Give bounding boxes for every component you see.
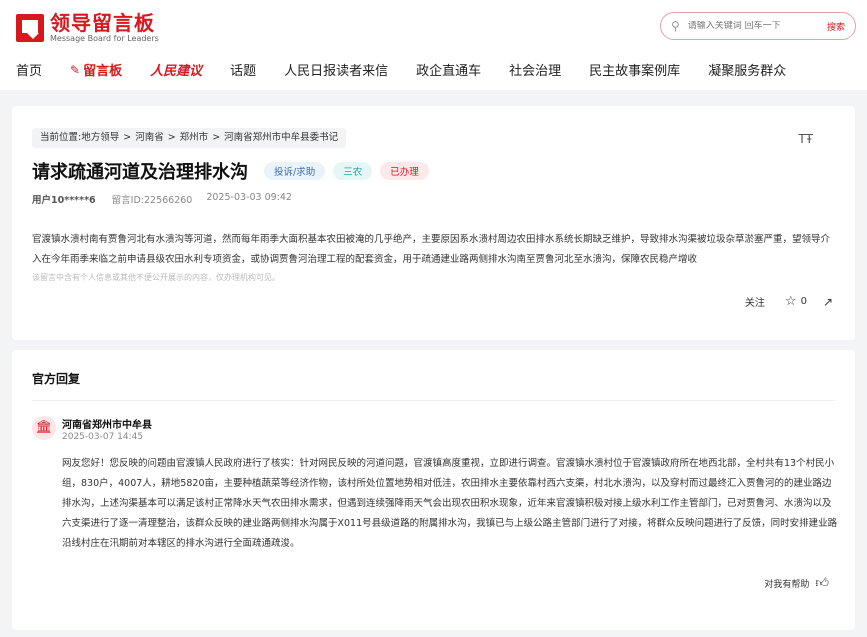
search-input[interactable] (687, 21, 827, 31)
nav-item-message-board[interactable]: ✎ 留言板 (70, 60, 122, 80)
brand-subtitle: Message Board for Leaders (50, 34, 159, 43)
title-row: 请求疏通河道及治理排水沟 投诉/求助 三农 已办理 (32, 158, 437, 184)
government-building-icon: 🏛 (32, 416, 56, 440)
like-count: 0 (800, 296, 807, 307)
message-meta: 用户10*****6 留言ID:22566260 2025-03-03 09:4… (32, 192, 292, 206)
reply-card: 官方回复 🏛 河南省郑州市中牟县 2025-03-07 14:45 网友您好！您… (12, 350, 855, 630)
logo-mark-icon (16, 14, 44, 42)
main-nav: 首页 ✎ 留言板 人民建议 话题 人民日报读者来信 政企直通车 社会治理 民主故… (16, 60, 814, 80)
reply-org: 河南省郑州市中牟县 (62, 420, 152, 431)
site-logo[interactable]: 领导留言板 Message Board for Leaders (16, 12, 159, 44)
breadcrumb-item[interactable]: 郑州市 (180, 128, 209, 148)
breadcrumb-prefix: 当前位置: (40, 132, 82, 143)
nav-item-democracy-stories[interactable]: 民主故事案例库 (589, 60, 680, 79)
follow-button[interactable]: 关注 (745, 294, 765, 309)
helpful-button[interactable]: 对我有帮助 👍︎ (764, 576, 829, 591)
star-icon: ☆ (784, 294, 797, 309)
privacy-notice: 该留言中含有个人信息或其他不便公开展示的内容，仅办理机构可见。 (32, 273, 280, 282)
nav-item-gov-enterprise[interactable]: 政企直通车 (416, 60, 481, 79)
breadcrumb-separator: > (212, 132, 221, 143)
reply-heading: 官方回复 (32, 372, 81, 386)
message-content: 官渡镇水溃村南有贾鲁河北有水溃沟等河道，然而每年雨季大面积基本农田被淹的几乎绝产… (32, 234, 831, 265)
brand-name: 领导留言板 (50, 11, 155, 35)
share-icon[interactable]: ↗ (823, 295, 833, 309)
like-button[interactable]: ☆ 0 (785, 294, 807, 309)
nav-item-home[interactable]: 首页 (16, 60, 42, 79)
reply-content: 网友您好！您反映的问题由官渡镇人民政府进行了核实：针对网民反映的河道问题，官渡镇… (62, 458, 838, 549)
pen-icon: ✎ (70, 62, 81, 77)
breadcrumb-separator: > (167, 132, 176, 143)
tag-domain[interactable]: 三农 (333, 162, 373, 180)
helpful-label: 对我有帮助 (764, 580, 810, 590)
status-badge: 已办理 (380, 162, 429, 180)
site-header: 领导留言板 Message Board for Leaders ⚲ 搜索 首页 … (0, 0, 867, 90)
message-date: 2025-03-03 09:42 (206, 192, 292, 203)
search-button[interactable]: 搜索 (827, 20, 845, 33)
nav-item-serve-people[interactable]: 凝聚服务群众 (708, 60, 786, 79)
search-icon: ⚲ (671, 19, 680, 33)
breadcrumb-item[interactable]: 河南省郑州市中牟县委书记 (224, 128, 338, 148)
nav-item-topics[interactable]: 话题 (230, 60, 256, 79)
font-size-icon[interactable]: TŦ (798, 132, 813, 146)
nav-item-readers-letters[interactable]: 人民日报读者来信 (284, 60, 388, 79)
tag-category[interactable]: 投诉/求助 (264, 162, 326, 180)
message-id: 留言ID:22566260 (111, 195, 193, 206)
nav-item-social-governance[interactable]: 社会治理 (509, 60, 561, 79)
thumbs-up-icon: 👍︎ (815, 576, 829, 591)
breadcrumb-item[interactable]: 河南省 (135, 128, 164, 148)
breadcrumb-item[interactable]: 地方领导 (81, 128, 119, 148)
page-title: 请求疏通河道及治理排水沟 (32, 162, 248, 183)
message-actions: 关注 ☆ 0 ↗ (745, 294, 833, 309)
breadcrumb-separator: > (123, 132, 132, 143)
message-user: 用户10*****6 (32, 195, 96, 206)
reply-date: 2025-03-07 14:45 (62, 432, 144, 442)
nav-item-people-suggestion[interactable]: 人民建议 (150, 60, 202, 79)
divider (32, 400, 835, 401)
message-card: 当前位置: 地方领导 > 河南省 > 郑州市 > 河南省郑州市中牟县委书记 TŦ… (12, 106, 855, 340)
search-box: ⚲ 搜索 (660, 12, 856, 40)
breadcrumb: 当前位置: 地方领导 > 河南省 > 郑州市 > 河南省郑州市中牟县委书记 (32, 128, 347, 148)
